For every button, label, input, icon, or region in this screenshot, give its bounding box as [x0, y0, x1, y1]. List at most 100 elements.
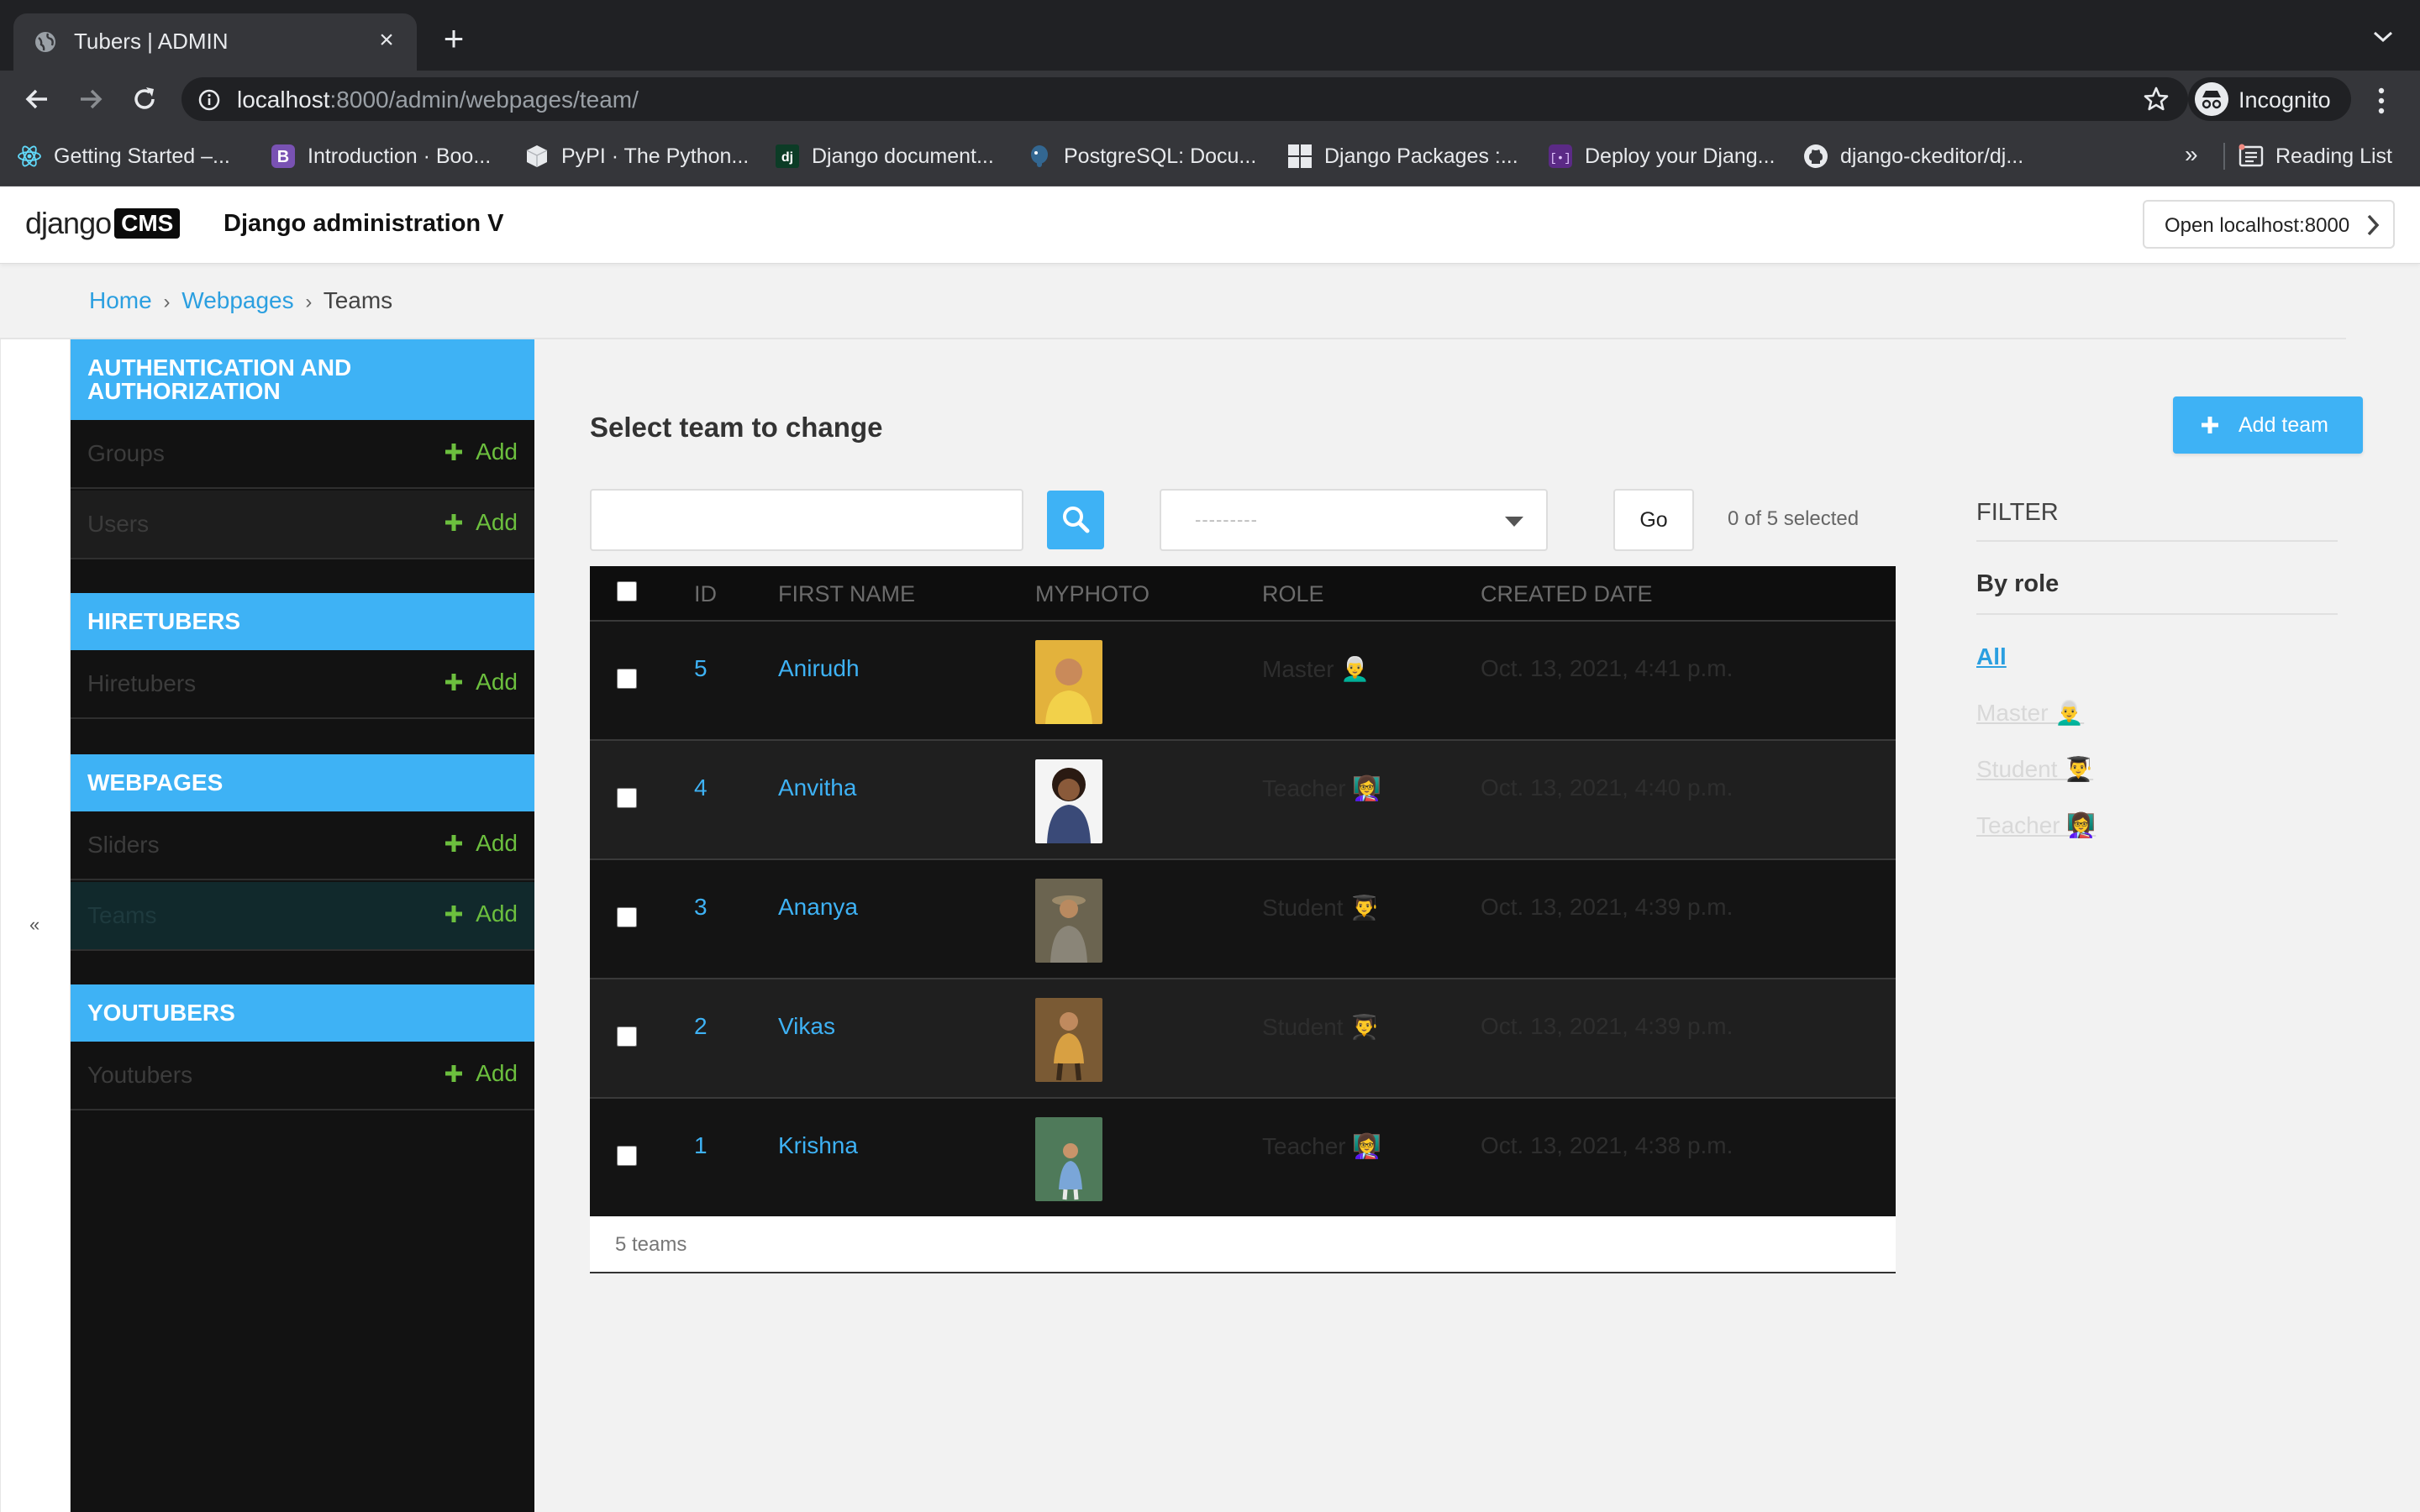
forward-arrow-icon[interactable] — [74, 82, 108, 116]
row-checkbox[interactable] — [617, 1146, 637, 1166]
row-checkbox[interactable] — [617, 1026, 637, 1047]
breadcrumb-current: Teams — [323, 287, 393, 313]
plus-icon — [445, 444, 463, 460]
filter-option-student[interactable]: Student 👨‍🎓 — [1976, 755, 2338, 783]
collapse-sidebar-button[interactable]: « — [29, 914, 39, 936]
row-checkbox[interactable] — [617, 669, 637, 689]
row-id-link[interactable]: 4 — [694, 774, 708, 801]
filter-option-master[interactable]: Master 👨‍🦳 — [1976, 699, 2338, 727]
table-row: 4 Anvitha Teacher 👩‍🏫 Oct. 13, 2021, 4:4… — [590, 739, 1896, 858]
go-button[interactable]: Go — [1613, 489, 1694, 551]
sidebar-item-sliders[interactable]: Sliders Add — [71, 811, 534, 880]
open-site-button[interactable]: Open localhost:8000 — [2143, 200, 2395, 249]
sidebar-item-users[interactable]: Users Add — [71, 491, 534, 559]
tab-search-chevron-icon[interactable] — [2371, 29, 2395, 45]
bookmark-item[interactable]: django-ckeditor/dj... — [1803, 143, 2023, 170]
plus-icon — [445, 1065, 463, 1082]
column-header-first-name[interactable]: FIRST NAME — [778, 581, 915, 607]
add-hiretubers-button[interactable]: Add — [444, 669, 518, 696]
table-header: ID FIRST NAME MYPHOTO ROLE CREATED DATE — [590, 566, 1896, 620]
breadcrumb-home[interactable]: Home — [89, 287, 152, 313]
filter-option-teacher[interactable]: Teacher 👩‍🏫 — [1976, 811, 2338, 839]
add-teams-button[interactable]: Add — [444, 900, 518, 927]
row-id-link[interactable]: 2 — [694, 1013, 708, 1040]
result-count: 5 teams — [615, 1233, 687, 1256]
bookmark-star-icon[interactable] — [2143, 86, 2170, 113]
address-bar[interactable]: localhost:8000/admin/webpages/team/ — [182, 77, 2188, 121]
reading-list-button[interactable]: Reading List — [2238, 143, 2392, 170]
bookmark-label: PyPI · The Python... — [561, 144, 750, 168]
filter-option-all[interactable]: All — [1976, 643, 2338, 670]
row-first-name-link[interactable]: Anvitha — [778, 774, 856, 801]
action-select[interactable]: --------- — [1160, 489, 1548, 551]
reload-icon[interactable] — [128, 82, 161, 116]
row-first-name-link[interactable]: Krishna — [778, 1132, 858, 1159]
search-input[interactable] — [590, 489, 1023, 551]
row-id-link[interactable]: 5 — [694, 655, 708, 682]
reading-list-icon — [2238, 144, 2264, 167]
open-site-label: Open localhost:8000 — [2165, 214, 2350, 237]
app-header-auth[interactable]: AUTHENTICATION AND AUTHORIZATION — [71, 339, 534, 420]
model-link-teams[interactable]: Teams — [87, 902, 156, 929]
bookmark-item[interactable]: PyPI · The Python... — [524, 143, 749, 170]
add-team-label: Add team — [2238, 413, 2329, 437]
bookmarks-overflow-button[interactable]: » — [2185, 141, 2198, 168]
row-created-date: Oct. 13, 2021, 4:38 p.m. — [1481, 1132, 1733, 1158]
new-tab-icon[interactable]: + — [439, 21, 469, 56]
sidebar-item-teams[interactable]: Teams Add — [71, 882, 534, 951]
row-id-link[interactable]: 1 — [694, 1132, 708, 1159]
add-sliders-button[interactable]: Add — [444, 830, 518, 857]
model-link-youtubers[interactable]: Youtubers — [87, 1062, 192, 1089]
bookmark-item[interactable]: B Introduction · Boo... — [271, 143, 491, 170]
row-created-date: Oct. 13, 2021, 4:41 p.m. — [1481, 655, 1733, 681]
bookmark-label: Django document... — [812, 144, 994, 168]
app-header-webpages[interactable]: WEBPAGES — [71, 754, 534, 811]
column-header-created-date[interactable]: CREATED DATE — [1481, 581, 1653, 607]
sidebar-item-hiretubers[interactable]: Hiretubers Add — [71, 650, 534, 719]
site-title-menu[interactable]: Django administration V — [224, 210, 504, 238]
sidebar-item-groups[interactable]: Groups Add — [71, 420, 534, 489]
svg-text:[•]: [•] — [1549, 152, 1570, 165]
row-id-link[interactable]: 3 — [694, 894, 708, 921]
row-first-name-link[interactable]: Anirudh — [778, 655, 860, 682]
app-header-youtubers[interactable]: YOUTUBERS — [71, 984, 534, 1042]
model-link-groups[interactable]: Groups — [87, 440, 165, 467]
column-header-id[interactable]: ID — [694, 581, 717, 607]
row-first-name-link[interactable]: Vikas — [778, 1013, 835, 1040]
model-link-hiretubers[interactable]: Hiretubers — [87, 670, 196, 697]
bookmark-item[interactable]: Django Packages :... — [1287, 143, 1518, 170]
add-users-button[interactable]: Add — [444, 509, 518, 536]
browser-tab[interactable]: Tubers | ADMIN × — [13, 13, 417, 71]
django-cms-logo[interactable]: django CMS — [25, 206, 181, 240]
site-info-icon[interactable] — [198, 89, 220, 111]
app-header-hiretubers[interactable]: HIRETUBERS — [71, 593, 534, 650]
add-youtubers-button[interactable]: Add — [444, 1060, 518, 1087]
search-button[interactable] — [1047, 491, 1104, 549]
tab-close-icon[interactable]: × — [373, 27, 400, 54]
admin-nav-sidebar: AUTHENTICATION AND AUTHORIZATION Groups … — [71, 339, 534, 1512]
bookmark-item[interactable]: Getting Started –... — [17, 143, 230, 170]
column-header-myphoto[interactable]: MYPHOTO — [1035, 581, 1150, 607]
add-label: Add — [476, 1060, 518, 1086]
bookmark-item[interactable]: dj Django document... — [775, 143, 994, 170]
browser-menu-icon[interactable] — [2373, 84, 2390, 118]
row-checkbox[interactable] — [617, 788, 637, 808]
incognito-profile-button[interactable]: Incognito — [2188, 77, 2351, 121]
add-team-button[interactable]: Add team — [2173, 396, 2363, 454]
select-all-checkbox[interactable] — [617, 581, 637, 601]
sidebar-item-youtubers[interactable]: Youtubers Add — [71, 1042, 534, 1110]
row-checkbox[interactable] — [617, 907, 637, 927]
table-row: 1 Krishna Teacher 👩‍🏫 Oct. 13, 2021, 4:3… — [590, 1097, 1896, 1216]
team-member-photo — [1035, 640, 1102, 724]
add-groups-button[interactable]: Add — [444, 438, 518, 465]
search-icon — [1063, 507, 1090, 533]
model-link-users[interactable]: Users — [87, 511, 149, 538]
bookmark-item[interactable]: PostgreSQL: Docu... — [1027, 143, 1256, 170]
model-link-sliders[interactable]: Sliders — [87, 832, 160, 858]
bookmark-item[interactable]: [•] Deploy your Djang... — [1548, 143, 1776, 170]
breadcrumb-webpages[interactable]: Webpages — [182, 287, 293, 313]
row-role: Master 👨‍🦳 — [1262, 656, 1370, 682]
back-arrow-icon[interactable] — [20, 82, 54, 116]
row-first-name-link[interactable]: Ananya — [778, 894, 858, 921]
column-header-role[interactable]: ROLE — [1262, 581, 1324, 607]
